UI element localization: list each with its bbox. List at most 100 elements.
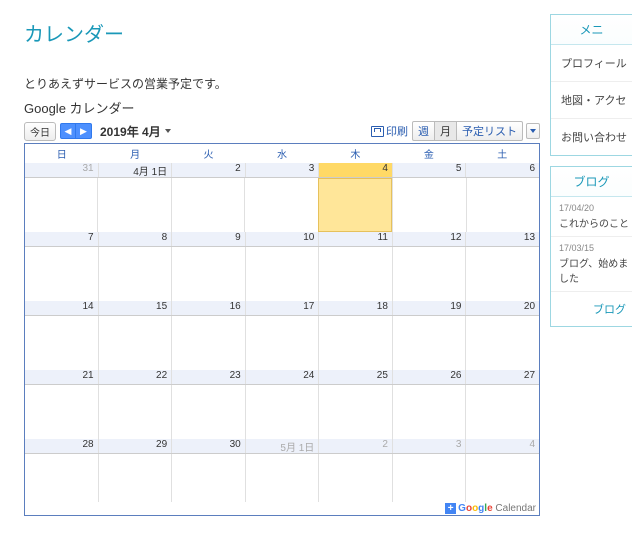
day-header[interactable]: 8: [98, 232, 172, 246]
day-cell[interactable]: [25, 247, 98, 301]
day-header[interactable]: 20: [465, 301, 539, 315]
calendar-grid: 日月火水木金土 314月 1日2345678910111213141516171…: [24, 143, 540, 516]
day-header[interactable]: 9: [171, 232, 245, 246]
day-cell[interactable]: [392, 454, 466, 502]
day-header[interactable]: 14: [25, 301, 98, 315]
day-cell[interactable]: [97, 178, 170, 232]
day-header[interactable]: 29: [98, 439, 172, 453]
day-cell[interactable]: [392, 247, 466, 301]
blog-block: ブログ 17/04/20これからのこと17/03/15ブログ、始めました ブログ: [550, 166, 632, 327]
day-cell[interactable]: [318, 247, 392, 301]
day-header[interactable]: 24: [245, 370, 319, 384]
day-header[interactable]: 15: [98, 301, 172, 315]
day-cell[interactable]: [171, 316, 245, 370]
day-cell[interactable]: [245, 385, 319, 439]
day-cell[interactable]: [25, 178, 97, 232]
day-header[interactable]: 3: [392, 439, 466, 453]
day-cell[interactable]: [171, 247, 245, 301]
next-button[interactable]: ▶: [76, 123, 92, 139]
day-header[interactable]: 17: [245, 301, 319, 315]
day-header[interactable]: 13: [465, 232, 539, 246]
day-cell[interactable]: [392, 385, 466, 439]
day-cell[interactable]: [98, 454, 172, 502]
day-header[interactable]: 4月 1日: [98, 163, 172, 177]
day-header[interactable]: 11: [318, 232, 392, 246]
day-header[interactable]: 10: [245, 232, 319, 246]
day-header[interactable]: 16: [171, 301, 245, 315]
plus-icon: +: [445, 503, 456, 514]
day-header[interactable]: 26: [392, 370, 466, 384]
day-cell[interactable]: [98, 247, 172, 301]
day-header[interactable]: 2: [318, 439, 392, 453]
day-header[interactable]: 18: [318, 301, 392, 315]
day-header[interactable]: 22: [98, 370, 172, 384]
day-cell[interactable]: [25, 316, 98, 370]
day-cell[interactable]: [465, 385, 539, 439]
menu-item[interactable]: 地図・アクセ: [551, 82, 632, 119]
blog-post[interactable]: 17/04/20これからのこと: [551, 197, 632, 237]
print-button[interactable]: 印刷: [371, 123, 408, 139]
day-cell[interactable]: [318, 316, 392, 370]
options-dropdown[interactable]: [526, 123, 540, 139]
google-calendar-footer[interactable]: +Google Calendar: [25, 502, 539, 515]
day-header[interactable]: 4: [318, 163, 392, 177]
menu-item[interactable]: お問い合わせ: [551, 119, 632, 155]
main-content: カレンダー とりあえずサービスの営業予定です。 Google カレンダー 今日 …: [0, 0, 540, 516]
print-label: 印刷: [386, 123, 408, 139]
day-cell[interactable]: [466, 178, 539, 232]
day-header[interactable]: 2: [171, 163, 245, 177]
day-header[interactable]: 6: [465, 163, 539, 177]
day-cell[interactable]: [318, 385, 392, 439]
day-of-week-header: 日月火水木金土: [25, 143, 539, 163]
day-header[interactable]: 23: [171, 370, 245, 384]
month-grid: 314月 1日234567891011121314151617181920212…: [25, 163, 539, 502]
menu-item[interactable]: プロフィール: [551, 45, 632, 82]
today-button[interactable]: 今日: [24, 122, 56, 141]
day-header[interactable]: 5月 1日: [245, 439, 319, 453]
day-header[interactable]: 21: [25, 370, 98, 384]
day-cell[interactable]: [25, 454, 98, 502]
day-header[interactable]: 25: [318, 370, 392, 384]
calendar-word: Calendar: [495, 503, 536, 514]
dow-cell: 月: [98, 143, 171, 163]
day-cell[interactable]: [465, 247, 539, 301]
view-week-button[interactable]: 週: [412, 121, 435, 141]
day-cell[interactable]: [171, 385, 245, 439]
blog-post[interactable]: 17/03/15ブログ、始めました: [551, 237, 632, 292]
day-header[interactable]: 5: [392, 163, 466, 177]
day-cell[interactable]: [392, 316, 466, 370]
day-header[interactable]: 31: [25, 163, 98, 177]
day-cell[interactable]: [244, 178, 317, 232]
day-cell[interactable]: [171, 454, 245, 502]
view-switcher: 週 月 予定リスト: [412, 121, 523, 141]
day-cell[interactable]: [245, 454, 319, 502]
day-header[interactable]: 12: [392, 232, 466, 246]
day-cell[interactable]: [245, 316, 319, 370]
day-header[interactable]: 7: [25, 232, 98, 246]
day-header[interactable]: 27: [465, 370, 539, 384]
view-month-button[interactable]: 月: [435, 121, 456, 141]
day-header[interactable]: 3: [245, 163, 319, 177]
day-header[interactable]: 30: [171, 439, 245, 453]
day-header[interactable]: 4: [465, 439, 539, 453]
day-cell[interactable]: [25, 385, 98, 439]
day-cell[interactable]: [318, 178, 392, 232]
day-cell[interactable]: [245, 247, 319, 301]
day-cell[interactable]: [465, 454, 539, 502]
day-cell[interactable]: [318, 454, 392, 502]
blog-post-title: これからのこと: [559, 215, 632, 230]
day-cell[interactable]: [392, 178, 465, 232]
prev-button[interactable]: ◀: [60, 123, 76, 139]
day-header[interactable]: 28: [25, 439, 98, 453]
blog-post-title: ブログ、始めました: [559, 255, 632, 285]
day-cell[interactable]: [465, 316, 539, 370]
month-selector[interactable]: 2019年 4月: [100, 123, 171, 140]
blog-more-link[interactable]: ブログ: [551, 292, 632, 326]
dow-cell: 火: [172, 143, 245, 163]
day-cell[interactable]: [98, 316, 172, 370]
day-cell[interactable]: [98, 385, 172, 439]
dow-cell: 土: [466, 143, 539, 163]
view-agenda-button[interactable]: 予定リスト: [456, 121, 523, 141]
day-header[interactable]: 19: [392, 301, 466, 315]
day-cell[interactable]: [171, 178, 244, 232]
